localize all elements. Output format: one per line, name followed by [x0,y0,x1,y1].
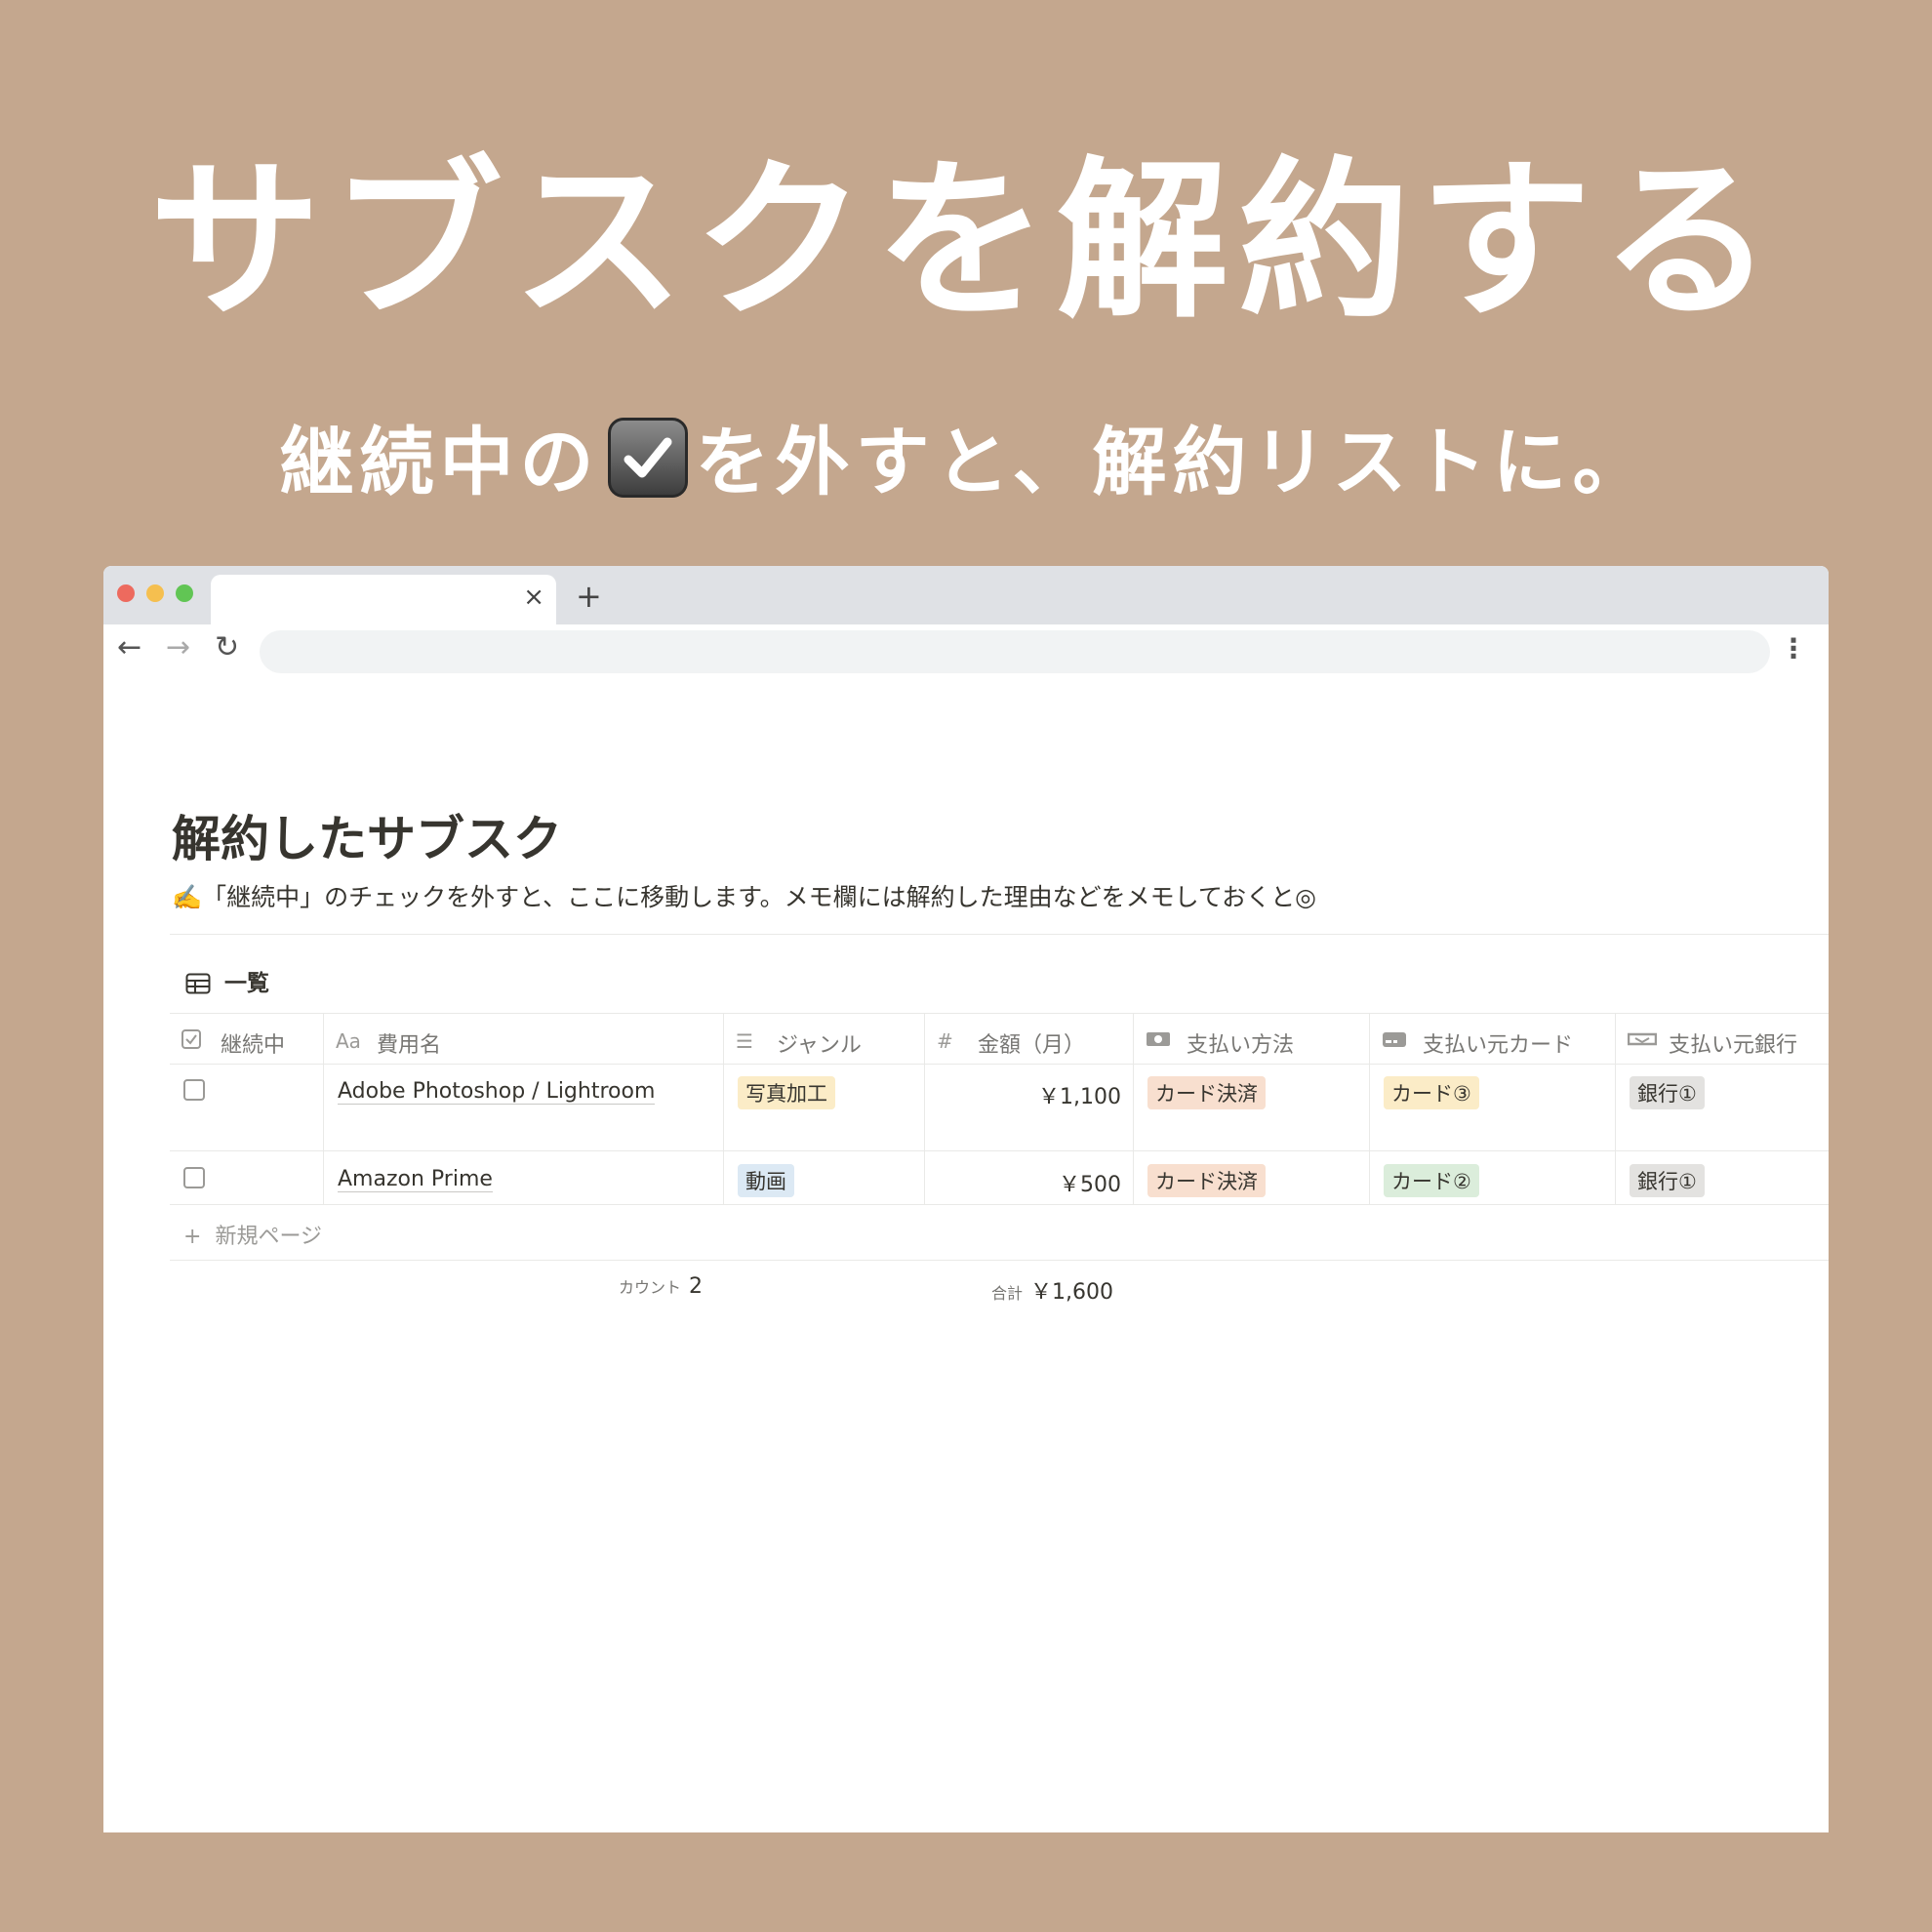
amount-value: ￥1,100 [1038,1085,1121,1109]
list-property-icon: ☰ [736,1029,753,1053]
view-tab-table[interactable]: 一覧 [185,964,269,997]
header-active-label: 継続中 [221,1033,286,1058]
page-description: ✍️「継続中」のチェックを外すと、ここに移動します。メモ欄には解約した理由などを… [172,883,1316,911]
subline-after: を外すと、解約リストに。 [695,419,1653,505]
method-cell: カード決済 [1134,1064,1370,1150]
credit-card-icon [1383,1032,1406,1047]
money-icon [1147,1032,1170,1046]
header-bank[interactable]: 支払い元銀行 [1616,1014,1829,1064]
method-tag: カード決済 [1147,1076,1266,1109]
subline-before: 継続中の [279,419,600,505]
header-method[interactable]: 支払い方法 [1134,1014,1370,1064]
amount-value: ￥500 [1059,1173,1121,1197]
back-arrow-icon[interactable]: ← [117,630,141,664]
sum-summary[interactable]: 合計 ￥1,600 [991,1274,1113,1306]
genre-cell: 動画 [724,1151,925,1204]
active-checkbox[interactable] [183,1079,205,1101]
headline: サブスクを解約する [148,141,1783,342]
header-name-label: 費用名 [377,1033,442,1058]
header-genre-label: ジャンル [777,1033,862,1058]
subline: 継続中の を外すと、解約リストに。 [0,418,1932,500]
bank-tag: 銀行① [1630,1076,1705,1109]
new-page-row[interactable]: + 新規ページ [170,1205,1829,1261]
table-icon [185,973,211,994]
amount-cell: ￥1,100 [925,1064,1134,1150]
header-genre[interactable]: ☰ ジャンル [724,1014,925,1064]
browser-tab[interactable]: × [211,575,556,624]
sum-value: ￥1,600 [1030,1280,1113,1305]
count-label: カウント [619,1278,682,1297]
minimize-window-button[interactable] [146,584,164,602]
close-window-button[interactable] [117,584,135,602]
bank-cell: 銀行① [1616,1151,1829,1204]
new-page-button[interactable]: + 新規ページ [183,1219,322,1250]
header-amount-label: 金額（月） [978,1033,1086,1058]
genre-tag: 動画 [738,1164,794,1197]
table-row[interactable]: Amazon Prime 動画 ￥500 カード決済 カード② 銀行① [170,1151,1829,1205]
active-cell [170,1151,324,1204]
header-method-label: 支払い方法 [1187,1033,1295,1058]
checkbox-property-icon [181,1029,201,1049]
header-card[interactable]: 支払い元カード [1370,1014,1616,1064]
genre-cell: 写真加工 [724,1064,925,1150]
header-amount[interactable]: # 金額（月） [925,1014,1134,1064]
tab-bar: × + [103,566,1829,624]
name-cell: Adobe Photoshop / Lightroom [324,1064,724,1150]
active-cell [170,1064,324,1150]
card-cell: カード③ [1370,1064,1616,1150]
text-property-icon: Aa [336,1029,361,1053]
table-header-row: 継続中 Aa 費用名 ☰ ジャンル # 金額（月） 支払い方法 支払い元カード [170,1013,1829,1065]
forward-arrow-icon[interactable]: → [166,630,190,664]
active-checkbox[interactable] [183,1167,205,1188]
checkbox-checked-icon [607,418,688,498]
header-active[interactable]: 継続中 [170,1014,324,1064]
bank-cell: 銀行① [1616,1064,1829,1150]
method-cell: カード決済 [1134,1151,1370,1204]
address-bar[interactable] [260,630,1770,673]
table-footer: カウント 2 合計 ￥1,600 [170,1261,1829,1315]
header-name[interactable]: Aa 費用名 [324,1014,724,1064]
number-property-icon: # [937,1029,953,1053]
card-cell: カード② [1370,1151,1616,1204]
row-name[interactable]: Adobe Photoshop / Lightroom [338,1079,656,1105]
page-title: 解約したサブスク [172,811,562,867]
new-page-label: 新規ページ [215,1225,322,1249]
card-tag: カード③ [1384,1076,1479,1109]
count-value: 2 [689,1274,704,1299]
tab-close-icon[interactable]: × [523,583,544,612]
name-cell: Amazon Prime [324,1151,724,1204]
card-tag: カード② [1384,1164,1479,1197]
header-card-label: 支払い元カード [1423,1033,1574,1058]
divider [170,934,1829,935]
browser-menu-icon[interactable]: ⋮ [1780,632,1807,664]
genre-tag: 写真加工 [738,1076,835,1109]
bank-tag: 銀行① [1630,1164,1705,1197]
method-tag: カード決済 [1147,1164,1266,1197]
header-bank-label: 支払い元銀行 [1669,1033,1798,1058]
reload-icon[interactable]: ↻ [215,630,239,664]
browser-window: × + ← → ↻ ⋮ 解約したサブスク ✍️「継続中」のチェックを外すと、ここ… [103,566,1829,1832]
table-row[interactable]: Adobe Photoshop / Lightroom 写真加工 ￥1,100 … [170,1064,1829,1151]
view-tab-label: 一覧 [224,971,269,996]
maximize-window-button[interactable] [176,584,193,602]
new-tab-icon[interactable]: + [576,578,602,615]
row-name[interactable]: Amazon Prime [338,1167,493,1192]
count-summary[interactable]: カウント 2 [619,1274,703,1299]
amount-cell: ￥500 [925,1151,1134,1204]
plus-icon: + [183,1225,202,1249]
bank-note-icon [1628,1032,1657,1046]
sum-label: 合計 [991,1284,1024,1303]
browser-toolbar: ← → ↻ ⋮ [103,624,1829,679]
